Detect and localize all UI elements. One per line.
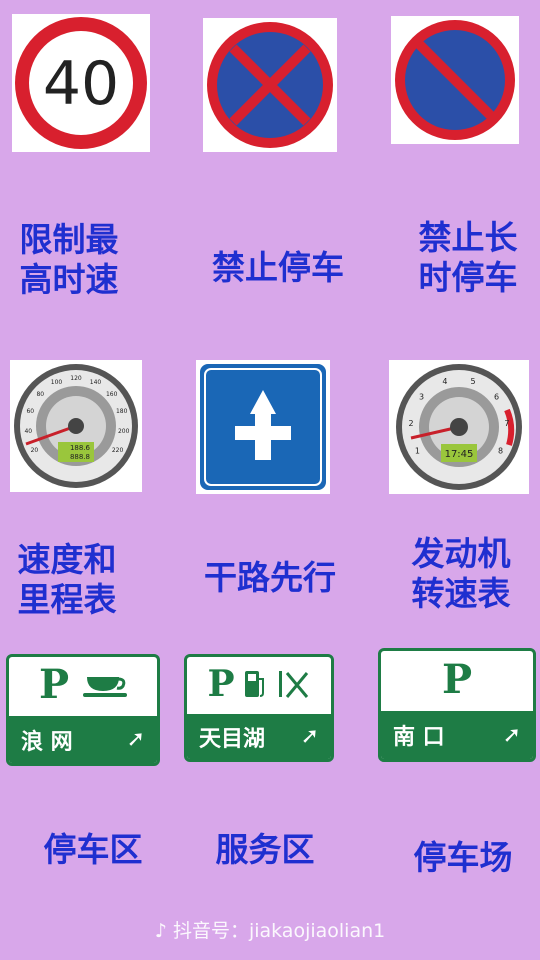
speed-limit-value: 40 <box>43 49 119 119</box>
tacho-tick-label: 1 <box>415 447 420 456</box>
service-area-sign: P 天目湖 ➚ <box>184 654 334 762</box>
place-name: 南 口 <box>393 725 445 751</box>
speedo-tick-label: 220 <box>112 447 124 454</box>
speedo-tick-label: 140 <box>90 379 102 386</box>
label-service-area: 服务区 <box>215 830 315 869</box>
speedo-tick-label: 160 <box>106 391 118 398</box>
speedo-tick-label: 20 <box>31 447 39 454</box>
tiktok-logo-icon: ♪ <box>154 920 167 942</box>
label-tachometer: 发动机 转速表 <box>411 534 511 613</box>
speedo-tick-label: 120 <box>70 375 82 382</box>
label-speedometer: 速度和 里程表 <box>17 540 117 619</box>
label-parking-lot: 停车场 <box>413 838 513 877</box>
svg-text:188.6: 188.6 <box>70 444 91 452</box>
tacho-tick-label: 5 <box>471 377 476 386</box>
parking-lot-sign: P 南 口 ➚ <box>378 648 536 762</box>
speedo-tick-label: 40 <box>24 428 32 435</box>
no-parking-sign <box>203 18 337 152</box>
label-rest-area: 停车区 <box>43 830 143 869</box>
svg-text:888.8: 888.8 <box>70 453 90 461</box>
place-name: 浪 网 <box>21 729 73 755</box>
svg-text:17:45: 17:45 <box>445 449 474 460</box>
speedo-tick-label: 180 <box>116 408 128 415</box>
label-no-long-parking: 禁止长 时停车 <box>418 218 518 297</box>
rest-area-sign: P 浪 网 ➚ <box>6 654 160 766</box>
parking-letter: P <box>38 661 70 709</box>
arrow-up-right-icon: ➚ <box>502 722 521 748</box>
speedometer-gauge: 20 40 60 80 100 120 140 160 180 200 220 188.6 888.… <box>10 360 142 492</box>
label-speed-limit: 限制最 高时速 <box>19 220 119 299</box>
tacho-tick-label: 7 <box>504 419 509 428</box>
label-no-parking: 禁止停车 <box>212 248 344 287</box>
tacho-tick-label: 3 <box>419 393 424 402</box>
fork-knife-icon <box>278 670 308 698</box>
speed-limit-sign: 40 <box>12 14 150 152</box>
coffee-cup-icon <box>83 676 128 697</box>
tacho-tick-label: 6 <box>494 393 499 402</box>
place-name: 天目湖 <box>199 726 266 752</box>
arrow-up-right-icon: ➚ <box>126 727 145 753</box>
arrow-up-right-icon: ➚ <box>300 724 319 750</box>
no-long-parking-sign <box>391 16 519 144</box>
speedo-tick-label: 100 <box>51 379 63 386</box>
tacho-tick-label: 2 <box>409 419 414 428</box>
watermark: ♪ 抖音号：jiakaojiaolian1 <box>154 920 386 942</box>
main-road-priority-sign <box>196 360 330 494</box>
tacho-tick-label: 8 <box>498 447 503 456</box>
tachometer-gauge: 1 2 3 4 5 6 7 8 17:45 <box>389 360 529 494</box>
fuel-pump-icon <box>244 670 264 697</box>
speedo-tick-label: 60 <box>26 408 34 415</box>
speedo-tick-label: 80 <box>36 391 44 398</box>
label-main-road-priority: 干路先行 <box>204 558 336 597</box>
speedo-tick-label: 200 <box>118 428 130 435</box>
tacho-tick-label: 4 <box>442 377 447 386</box>
